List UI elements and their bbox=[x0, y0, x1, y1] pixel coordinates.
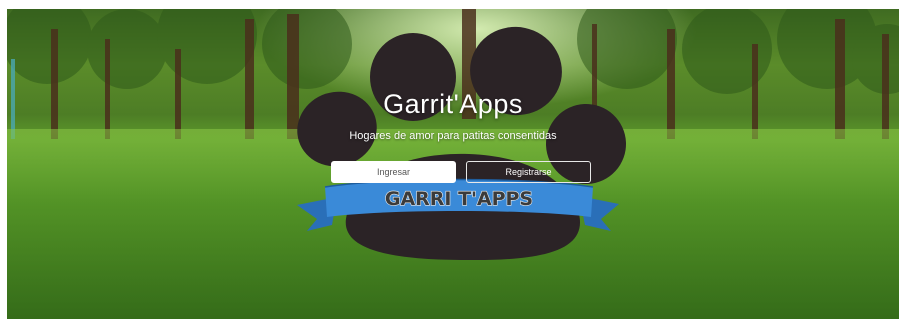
login-button[interactable]: Ingresar bbox=[331, 161, 456, 183]
register-button[interactable]: Registrarse bbox=[466, 161, 591, 183]
banner-text: GARRI T'APPS bbox=[385, 188, 533, 210]
hero-section: GARRI T'APPS Garrit'Apps Hogares de amor… bbox=[7, 9, 899, 319]
page-title: Garrit'Apps bbox=[383, 89, 523, 119]
page-subtitle: Hogares de amor para patitas consentidas bbox=[349, 130, 557, 142]
